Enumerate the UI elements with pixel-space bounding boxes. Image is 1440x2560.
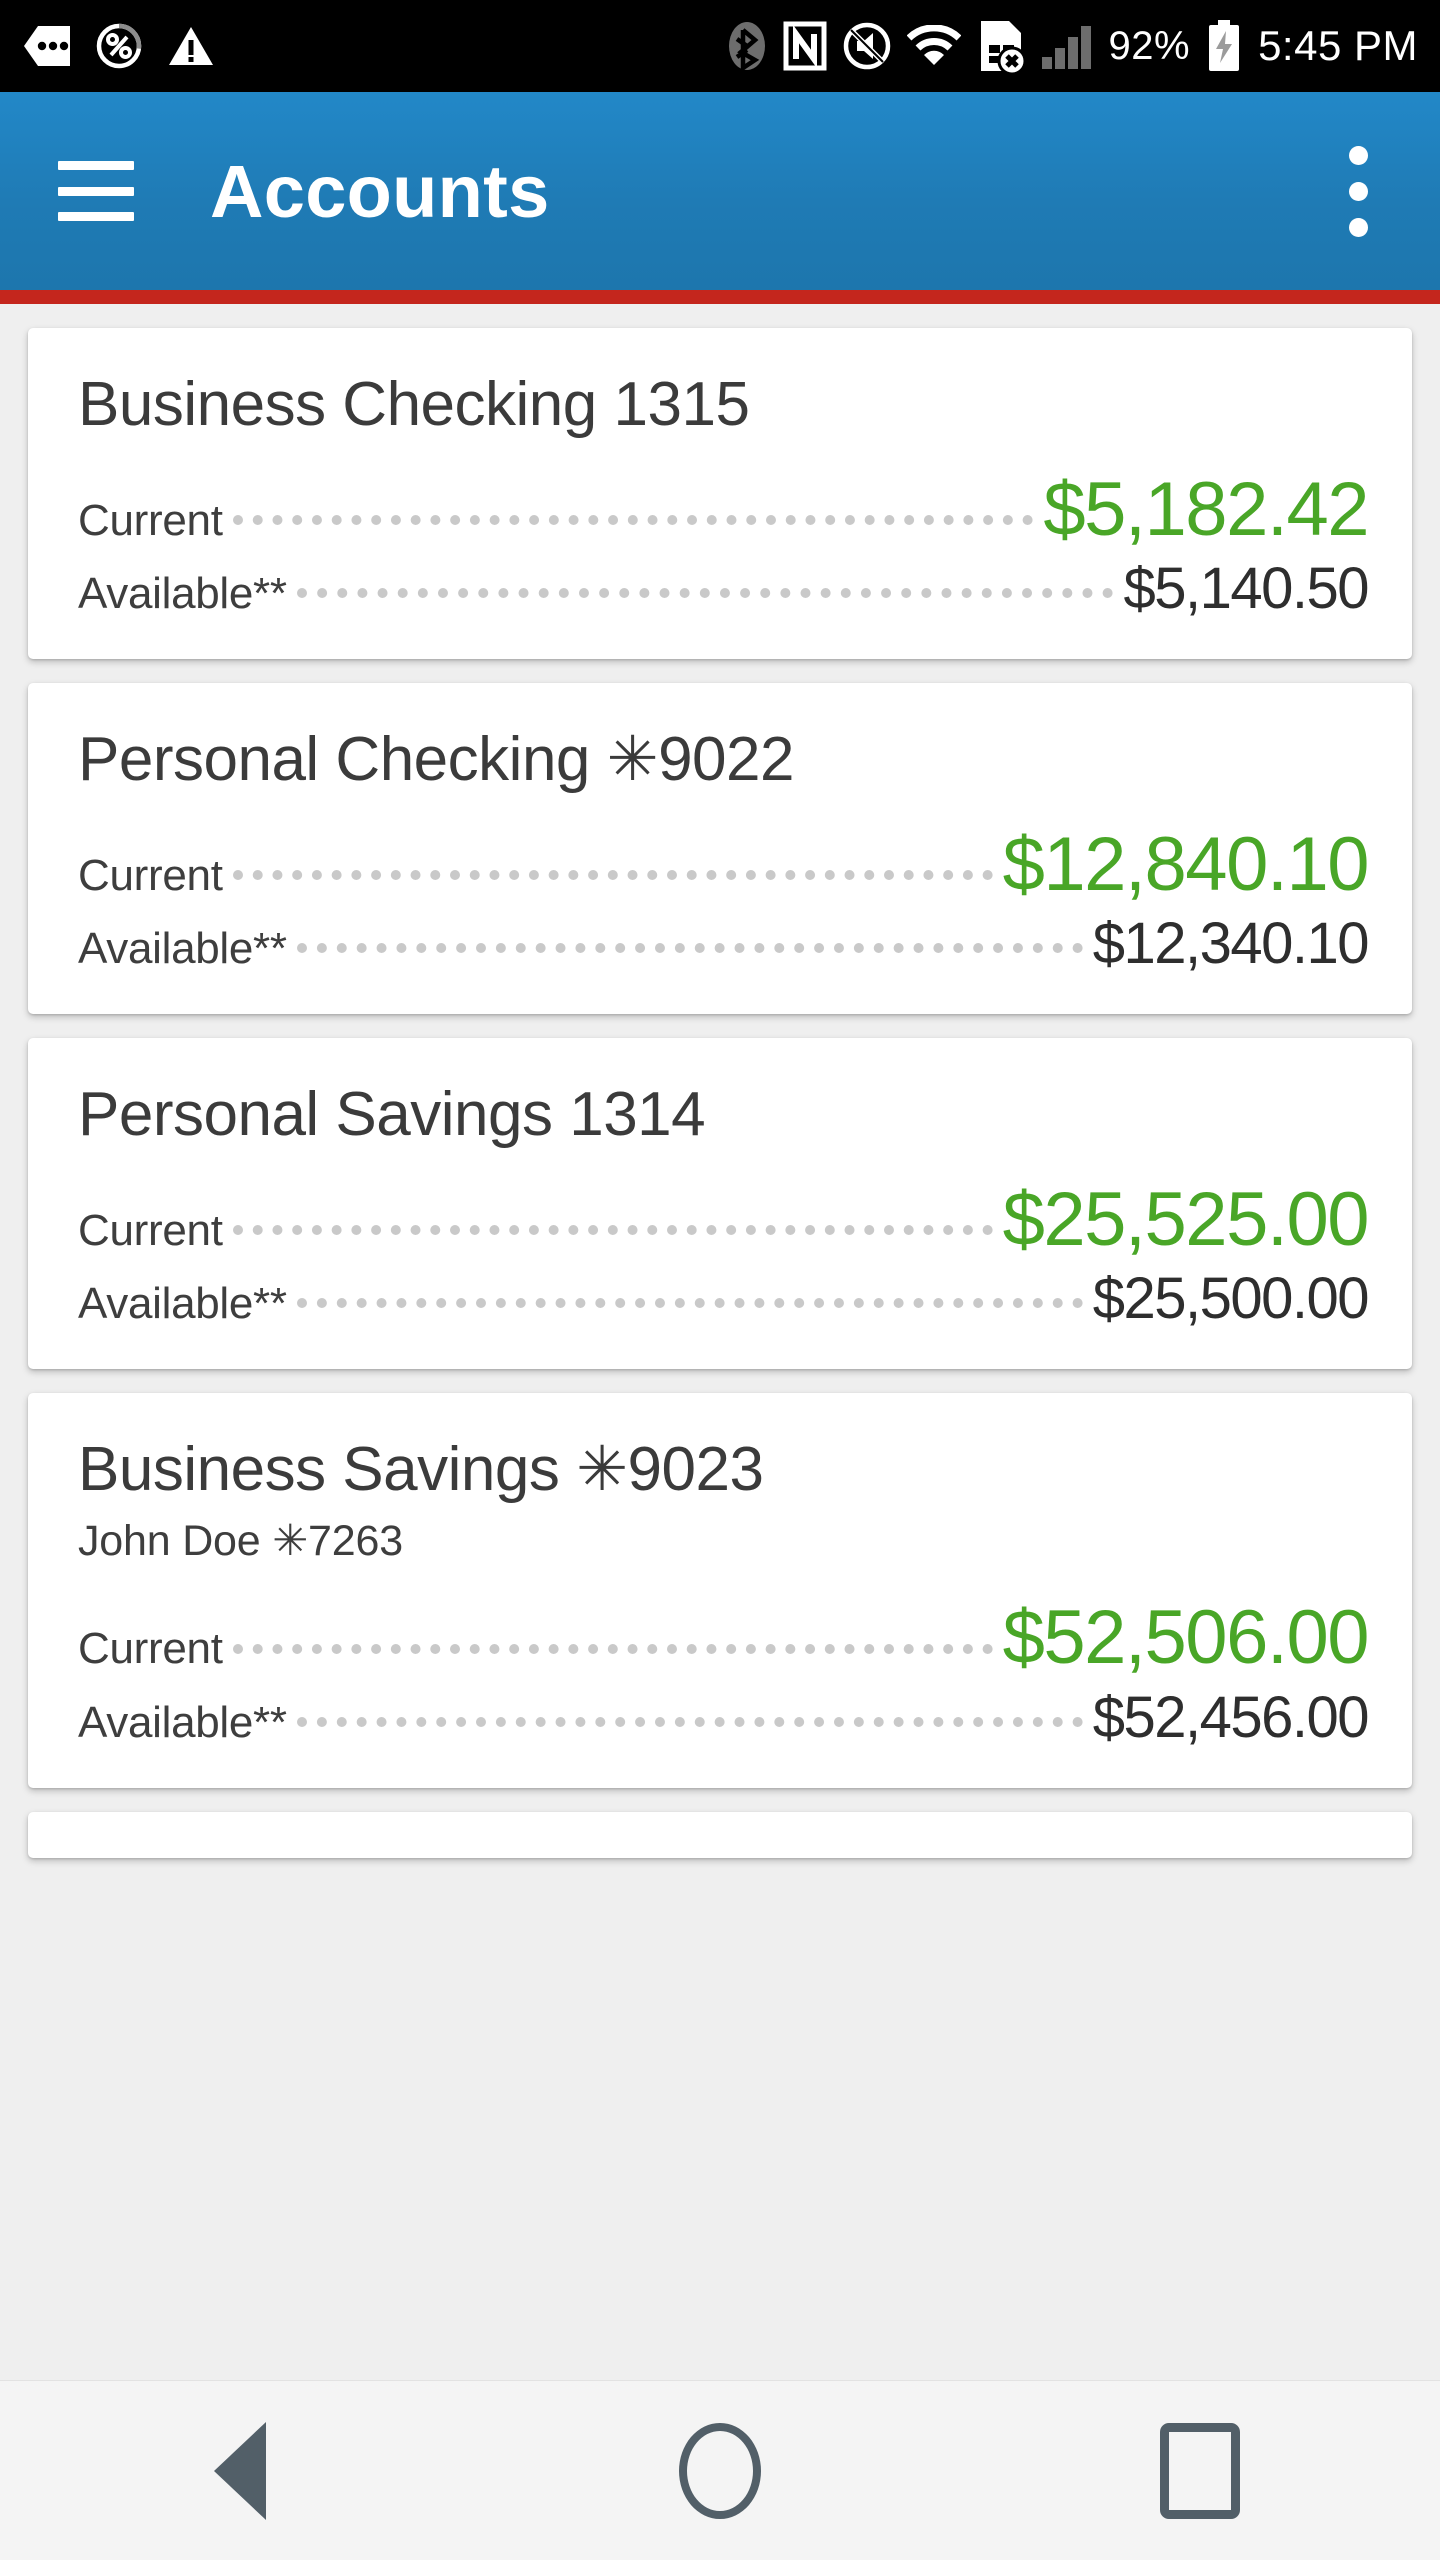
bluetooth-icon [727,20,767,72]
status-bar: 92% 5:45 PM [0,0,1440,92]
android-navigation-bar [0,2380,1440,2560]
battery-charging-icon [1206,19,1242,73]
account-card[interactable]: Personal Savings 1314 Current $25,525.00… [28,1037,1412,1369]
dotted-leader [296,587,1114,598]
available-balance-row: Available** $12,340.10 [78,910,1370,976]
current-balance-row: Current $25,525.00 [78,1176,1370,1262]
battery-percent-label: 92% [1108,23,1191,68]
page-title: Accounts [210,149,550,233]
warning-triangle-icon [168,25,214,67]
available-balance-value: $52,456.00 [1092,1684,1370,1750]
current-balance-label: Current [78,1624,223,1674]
available-balance-value: $12,340.10 [1092,910,1370,976]
status-bar-left-icons [24,23,214,69]
current-balance-row: Current $52,506.00 [78,1595,1370,1681]
available-balance-row: Available** $52,456.00 [78,1684,1370,1750]
back-button[interactable] [140,2381,340,2560]
chat-bubble-icon [24,26,70,66]
account-title: Personal Savings 1314 [78,1079,706,1149]
available-balance-value: $5,140.50 [1123,555,1369,621]
dotted-leader [232,869,993,880]
dotted-leader [296,1716,1083,1727]
overflow-menu-icon[interactable] [1322,131,1394,251]
current-balance-row: Current $5,182.42 [78,466,1369,552]
account-card-partial[interactable] [28,1811,1412,1858]
account-card[interactable]: Business Checking 1315 Current $5,182.42… [28,328,1412,659]
available-balance-row: Available** $25,500.00 [78,1265,1370,1331]
dotted-leader [296,942,1083,953]
sim-error-icon [977,19,1025,73]
dotted-leader [232,514,1034,525]
wifi-icon [906,25,961,67]
app-bar: Accounts [0,92,1440,290]
back-triangle-icon [214,2421,266,2520]
home-button[interactable] [620,2381,820,2560]
current-balance-label: Current [78,850,223,900]
account-card[interactable]: Personal Checking ✳9022 Current $12,840.… [28,682,1412,1014]
account-card[interactable]: Business Savings ✳9023 John Doe ✳7263 Cu… [28,1392,1412,1788]
home-circle-icon [679,2422,761,2519]
phone-screen: 92% 5:45 PM Accounts Business Checking 1… [0,0,1440,2560]
dotted-leader [232,1224,993,1235]
account-title: Business Savings ✳9023 [78,1434,764,1504]
hamburger-menu-icon[interactable] [58,161,134,221]
accounts-list[interactable]: Business Checking 1315 Current $5,182.42… [0,304,1440,2380]
dotted-leader [296,1297,1083,1308]
account-title: Personal Checking ✳9022 [78,724,795,794]
clock-label: 5:45 PM [1258,22,1418,69]
dotted-leader [232,1643,993,1654]
signal-bars-icon [1041,23,1093,69]
current-balance-value: $25,525.00 [1002,1176,1370,1262]
available-balance-label: Available** [78,923,287,973]
account-subtitle: John Doe ✳7263 [78,1517,403,1566]
available-balance-label: Available** [78,568,287,618]
account-title: Business Checking 1315 [78,370,750,439]
current-balance-value: $52,506.00 [1002,1595,1370,1681]
current-balance-label: Current [78,1205,223,1255]
available-balance-label: Available** [78,1278,287,1328]
available-balance-label: Available** [78,1697,287,1747]
recents-button[interactable] [1100,2381,1300,2560]
current-balance-row: Current $12,840.10 [78,821,1370,907]
current-balance-value: $12,840.10 [1002,821,1370,907]
nfc-icon [783,21,827,71]
percent-circle-icon [96,23,142,69]
current-balance-value: $5,182.42 [1043,466,1369,552]
accent-divider [0,290,1440,304]
current-balance-label: Current [78,495,223,545]
recents-square-icon [1160,2422,1240,2519]
mute-icon [843,22,891,70]
available-balance-value: $25,500.00 [1092,1265,1370,1331]
status-bar-right-icons: 92% 5:45 PM [727,19,1418,73]
available-balance-row: Available** $5,140.50 [78,555,1369,621]
